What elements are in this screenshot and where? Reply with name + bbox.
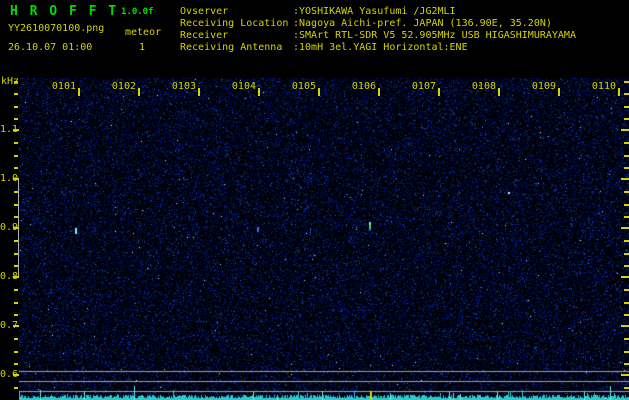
y-minor-tick-right [624,240,629,243]
x-minute-tick [198,88,200,96]
y-tick-label: 0.9 [0,222,19,233]
y-minor-tick-right [624,81,629,83]
y-minor-tick-right [624,264,629,267]
station-info-value: :Nagoya Aichi-pref. JAPAN (136.90E, 35.2… [293,18,552,29]
y-major-tick-left [13,325,19,327]
x-minute-tick [258,88,260,96]
y-tick-label: 0.6 [0,369,19,380]
station-info-label: Receiving Antenna [180,42,283,53]
station-info-value: :YOSHIKAWA Yasufumi /JG2MLI [293,6,456,17]
y-major-tick-right [621,227,629,229]
x-tick-label: 0108 [471,81,496,92]
y-major-tick-left [13,178,19,180]
y-major-tick-right [621,178,629,180]
y-minor-tick-right [624,154,629,157]
y-minor-tick-right [624,362,629,365]
y-minor-tick-right [624,289,629,292]
y-minor-tick-right [624,338,629,341]
y-minor-tick-right [624,191,629,194]
app-version: 1.0.0f [121,7,154,17]
x-minute-tick [378,88,380,96]
y-major-tick-right [621,374,629,376]
spectrogram-canvas [19,78,629,400]
x-tick-label: 0106 [351,81,376,92]
y-minor-tick-right [624,117,629,120]
y-minor-tick-left [14,264,18,267]
y-minor-tick-right [624,350,629,353]
station-info-block: Ovserver:YOSHIKAWA Yasufumi /JG2MLI Recei… [180,6,576,54]
y-minor-tick-left [14,166,18,169]
station-info-label: Ovserver [180,6,229,17]
y-minor-tick-left [14,154,18,157]
station-info-row: Receiver :SMArt RTL-SDR V5 52.905MHz USB … [180,30,576,42]
output-filename: YY2610070100.png [8,23,105,34]
y-minor-tick-right [624,166,629,169]
x-minute-tick [438,88,440,96]
y-tick-label: 0.8 [0,271,19,282]
y-minor-tick-left [14,338,18,341]
y-minor-tick-left [14,105,18,108]
station-info-label: Receiver [180,30,229,41]
y-minor-tick-left [14,350,18,353]
y-tick-label: 1.1 [0,124,19,135]
y-minor-tick-left [14,215,18,218]
y-minor-tick-left [14,191,18,194]
station-info-value: :SMArt RTL-SDR V5 52.905MHz USB HIGASHIM… [293,30,576,41]
y-minor-tick-right [624,203,629,206]
y-minor-tick-left [14,301,18,304]
y-minor-tick-left [14,252,18,255]
y-minor-tick-right [624,252,629,255]
x-tick-label: 0103 [171,81,196,92]
x-minute-tick [318,88,320,96]
station-info-value: :10mH 3el.YAGI Horizontal:ENE [293,42,468,53]
hrofft-screen: H R O F F T 1.0.0f YY2610070100.png mete… [0,0,629,400]
station-info-row: Receiving Antenna :10mH 3el.YAGI Horizont… [180,42,576,54]
y-minor-tick-left [14,289,18,292]
x-tick-label: 0101 [51,81,76,92]
y-minor-tick-left [14,313,18,316]
meteor-count: 1 [139,42,146,53]
y-major-tick-right [621,276,629,278]
y-major-tick-right [621,325,629,327]
x-minute-tick [498,88,500,96]
y-major-tick-left [13,374,19,376]
x-tick-label: 0107 [411,81,436,92]
y-major-tick-left [13,227,19,229]
y-minor-tick-left [14,387,18,390]
mode-label: meteor [125,27,162,38]
station-info-row: Receiving Location :Nagoya Aichi-pref. JA… [180,18,576,30]
x-tick-label: 0102 [111,81,136,92]
y-minor-tick-right [624,301,629,304]
x-minute-tick [618,88,620,96]
y-minor-tick-right [624,215,629,218]
y-tick-label: 1.0 [0,173,19,184]
station-info-row: Ovserver :YOSHIKAWA Yasufumi /JG2MLI [180,6,576,18]
y-minor-tick-right [624,313,629,316]
y-minor-tick-left [14,203,18,206]
y-minor-tick-left [14,81,18,83]
station-info-label: Receiving Location [180,18,289,29]
app-title: H R O F F T [10,4,119,19]
x-tick-label: 0109 [531,81,556,92]
y-minor-tick-right [624,142,629,145]
y-major-tick-left [13,276,19,278]
y-minor-tick-right [624,93,629,96]
observation-timestamp: 26.10.07 01:00 [8,42,93,53]
y-minor-tick-right [624,387,629,390]
y-major-tick-right [621,129,629,131]
x-minute-tick [138,88,140,96]
x-tick-label: 0104 [231,81,256,92]
y-minor-tick-left [14,142,18,145]
x-minute-tick [558,88,560,96]
y-minor-tick-right [624,105,629,108]
y-tick-label: 0.7 [0,320,19,331]
x-tick-label: 0105 [291,81,316,92]
y-minor-tick-left [14,93,18,96]
x-minute-tick [78,88,80,96]
x-tick-label: 0110 [591,81,616,92]
y-major-tick-left [13,129,19,131]
y-minor-tick-left [14,362,18,365]
y-minor-tick-left [14,240,18,243]
y-minor-tick-left [14,117,18,120]
